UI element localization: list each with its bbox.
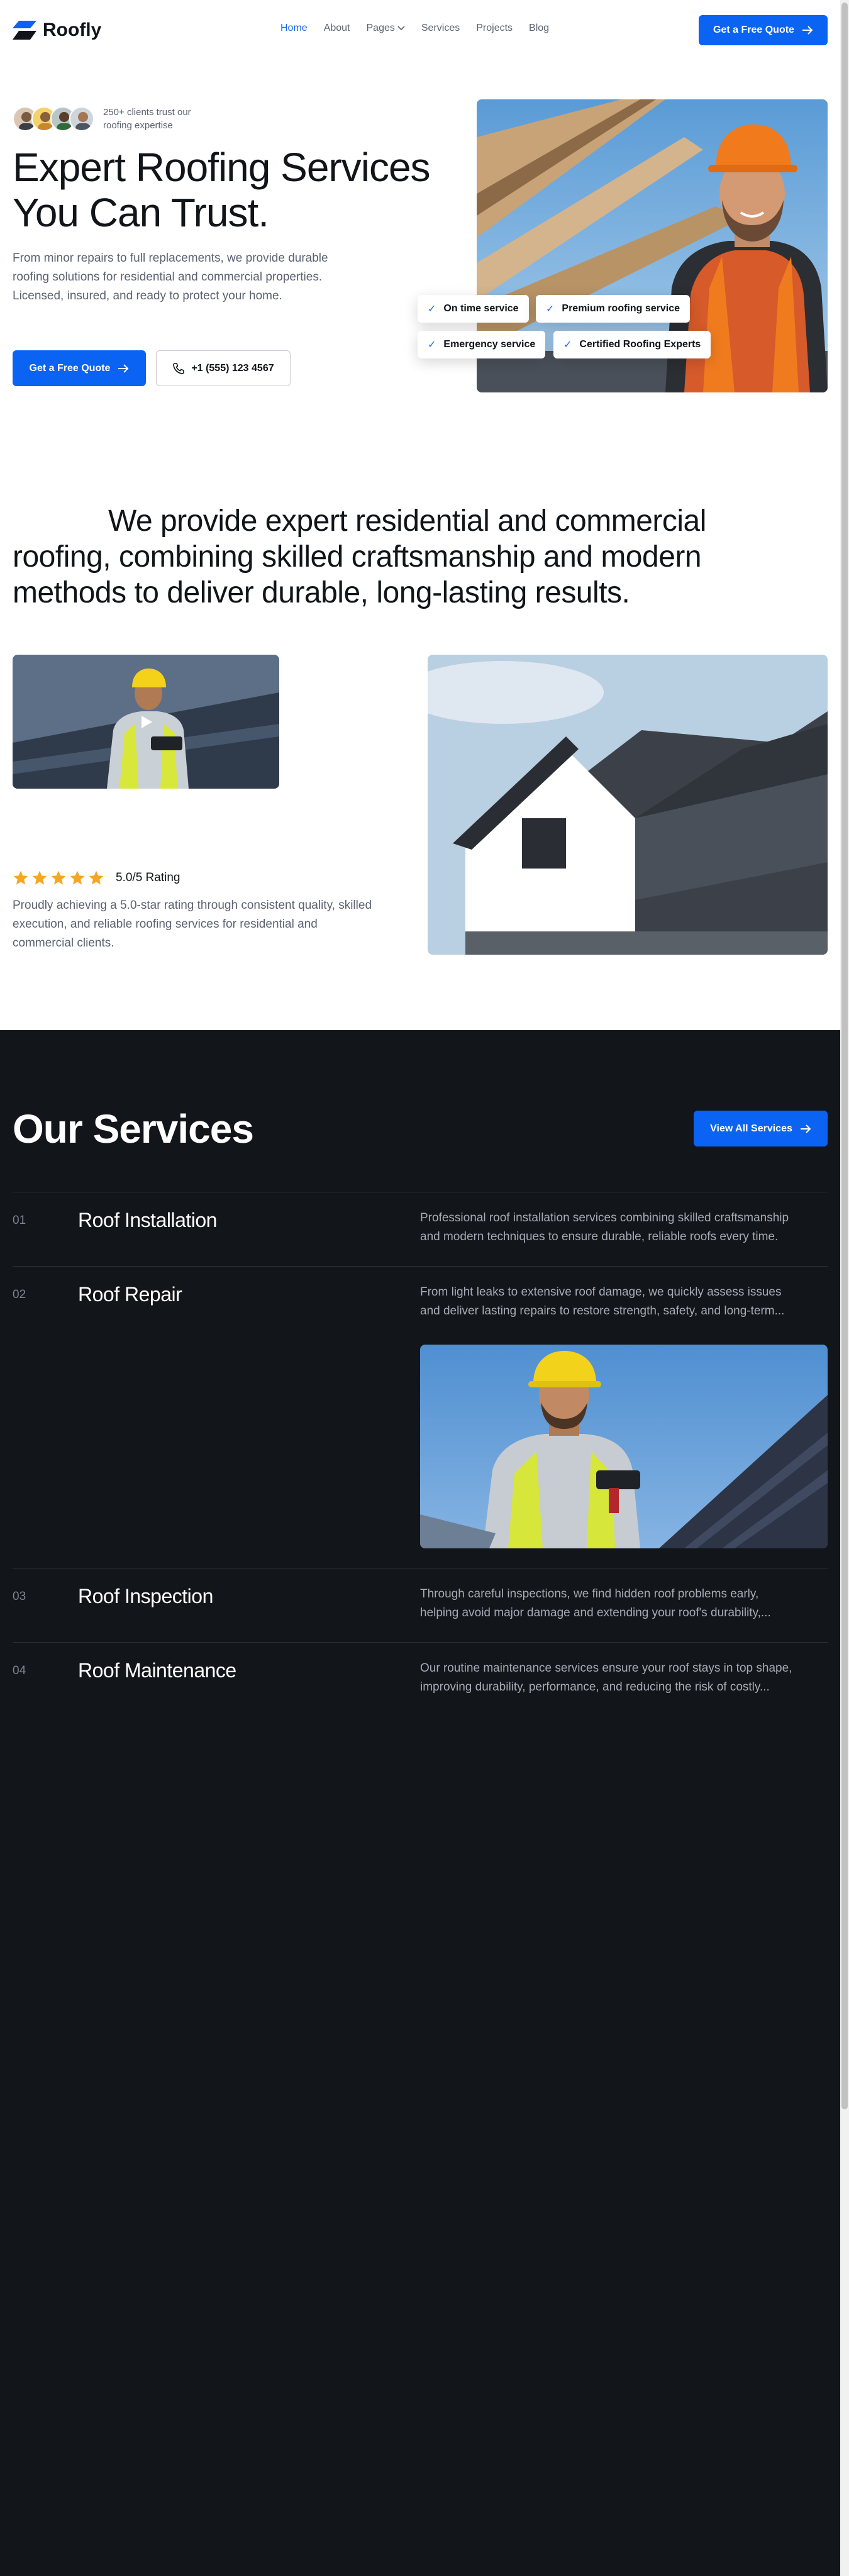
nav-item-projects[interactable]: Projects — [476, 23, 513, 34]
client-trust: 250+ clients trust our roofing expertise — [13, 106, 210, 132]
site-header: Roofly Home About Pages Services Project… — [0, 0, 840, 60]
feature-chip: ✓ Premium roofing service — [536, 295, 691, 323]
star-icon — [89, 870, 104, 885]
feature-label: On time service — [443, 303, 519, 314]
star-icon — [32, 870, 47, 885]
service-description: Our routine maintenance services ensure … — [420, 1659, 828, 1697]
feature-label: Premium roofing service — [562, 303, 680, 314]
services-section: Our Services View All Services 01 Roof I… — [0, 1030, 840, 2576]
feature-chip: ✓ Certified Roofing Experts — [553, 331, 711, 358]
service-row[interactable]: 02 Roof Repair From light leaks to exten… — [13, 1266, 828, 1568]
client-trust-text: 250+ clients trust our roofing expertise — [103, 107, 191, 131]
service-name: Roof Installation — [78, 1209, 217, 1231]
about-video-thumbnail[interactable] — [13, 655, 279, 789]
service-description: Professional roof installation services … — [420, 1209, 828, 1246]
service-description-line: Our routine maintenance services ensure … — [420, 1662, 792, 1675]
about-statement: We provide expert residential and commer… — [13, 504, 706, 609]
play-icon[interactable] — [138, 714, 154, 730]
phone-number: +1 (555) 123 4567 — [191, 362, 274, 374]
roof-repair-photo — [420, 1345, 828, 1548]
arrow-right-icon — [802, 26, 813, 35]
hero-title: Expert Roofing Services You Can Trust. — [13, 145, 431, 235]
service-description: Through careful inspections, we find hid… — [420, 1585, 828, 1623]
nav-item-services[interactable]: Services — [421, 23, 460, 34]
brand-name: Roofly — [43, 19, 102, 40]
feature-label: Certified Roofing Experts — [579, 339, 701, 350]
chevron-down-icon — [397, 26, 405, 31]
service-row[interactable]: 03 Roof Inspection Through careful inspe… — [13, 1568, 828, 1642]
header-quote-label: Get a Free Quote — [713, 25, 794, 35]
service-number: 01 — [13, 1214, 26, 1227]
service-number: 02 — [13, 1288, 26, 1301]
service-number: 04 — [13, 1664, 26, 1677]
service-description-line: and modern techniques to ensure durable,… — [420, 1230, 779, 1243]
check-icon: ✓ — [428, 340, 436, 350]
hero-quote-button[interactable]: Get a Free Quote — [13, 350, 146, 386]
service-description: From light leaks to extensive roof damag… — [420, 1283, 828, 1321]
service-description-line: improving durability, performance, and r… — [420, 1680, 770, 1694]
service-name: Roof Inspection — [78, 1585, 213, 1607]
check-icon: ✓ — [428, 304, 436, 314]
service-number: 03 — [13, 1590, 26, 1603]
service-description-line: and deliver lasting repairs to restore s… — [420, 1304, 785, 1318]
feature-chip: ✓ Emergency service — [418, 331, 546, 358]
rating-stars: 5.0/5 Rating — [13, 870, 180, 886]
rating-label: 5.0/5 Rating — [116, 871, 180, 884]
header-quote-button[interactable]: Get a Free Quote — [699, 15, 828, 45]
service-row[interactable]: 04 Roof Maintenance Our routine maintena… — [13, 1642, 828, 1716]
service-description-line: From light leaks to extensive roof damag… — [420, 1285, 782, 1299]
service-name: Roof Repair — [78, 1283, 182, 1306]
hero-quote-label: Get a Free Quote — [29, 362, 111, 374]
check-icon: ✓ — [546, 304, 555, 314]
nav-item-pages[interactable]: Pages — [367, 23, 405, 34]
scrollbar-thumb[interactable] — [841, 3, 848, 2109]
check-icon: ✓ — [563, 340, 572, 350]
nav-item-home[interactable]: Home — [280, 23, 308, 34]
services-title: Our Services — [13, 1106, 254, 1152]
logo[interactable]: Roofly — [13, 19, 101, 41]
view-all-services-label: View All Services — [710, 1123, 792, 1134]
arrow-right-icon — [118, 364, 129, 373]
service-description-line: Through careful inspections, we find hid… — [420, 1587, 759, 1601]
page-scrollbar[interactable] — [840, 0, 849, 2576]
service-row[interactable]: 01 Roof Installation Professional roof i… — [13, 1192, 828, 1266]
star-icon — [51, 870, 66, 885]
phone-icon — [173, 362, 185, 374]
logo-icon — [13, 21, 36, 40]
service-description-line: Professional roof installation services … — [420, 1211, 789, 1224]
main-nav: Home About Pages Services Projects Blog — [280, 23, 549, 34]
feature-label: Emergency service — [443, 339, 536, 350]
rating-description: Proudly achieving a 5.0-star rating thro… — [13, 899, 372, 950]
arrow-right-icon — [800, 1124, 811, 1133]
service-description-line: helping avoid major damage and extending… — [420, 1606, 771, 1619]
service-name: Roof Maintenance — [78, 1659, 236, 1682]
nav-item-blog[interactable]: Blog — [529, 23, 549, 34]
avatar — [69, 106, 94, 131]
feature-chip: ✓ On time service — [418, 295, 529, 323]
hero-description: From minor repairs to full replacements,… — [13, 252, 328, 303]
view-all-services-button[interactable]: View All Services — [694, 1111, 828, 1146]
star-icon — [13, 870, 28, 885]
nav-item-pages-label: Pages — [366, 23, 395, 33]
roof-house-photo — [428, 655, 828, 955]
client-avatars — [13, 106, 94, 131]
star-icon — [70, 870, 85, 885]
nav-item-about[interactable]: About — [324, 23, 350, 34]
phone-button[interactable]: +1 (555) 123 4567 — [156, 350, 291, 386]
